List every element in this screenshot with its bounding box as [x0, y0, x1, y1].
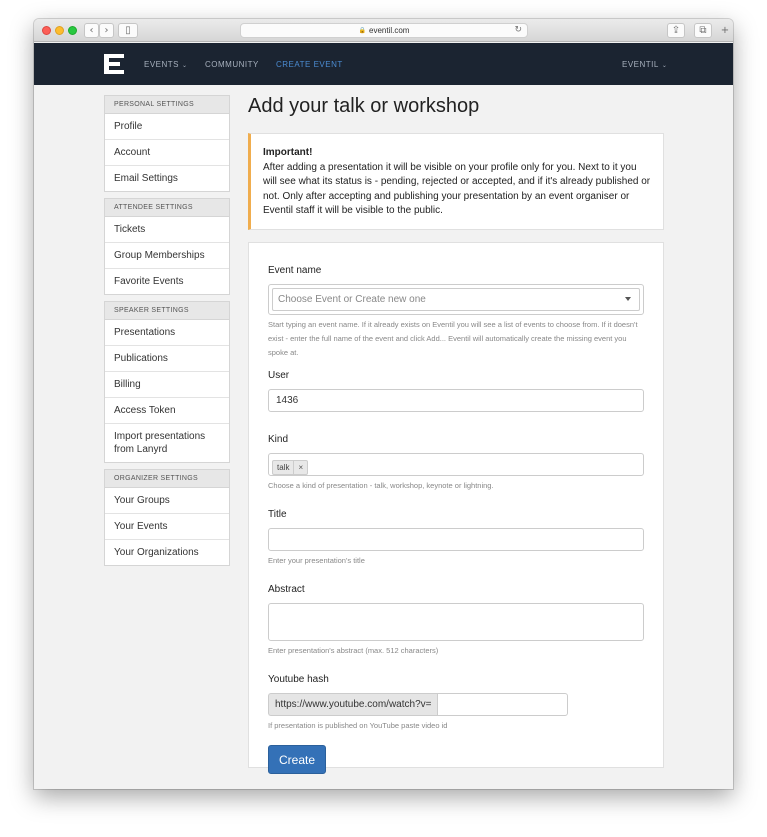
sidebar-group-attendee: ATTENDEE SETTINGS Tickets Group Membersh… [104, 198, 230, 295]
title-help: Enter your presentation's title [268, 555, 365, 565]
chevron-down-icon: ⌄ [182, 63, 188, 69]
sidebar-group-title: SPEAKER SETTINGS [105, 302, 229, 320]
site-navbar: EVENTS ⌄ COMMUNITY CREATE EVENT EVENTIL ⌄ [34, 43, 733, 85]
forward-icon[interactable]: › [99, 23, 114, 38]
sidebar-item-import-lanyrd[interactable]: Import presentations from Lanyrd [105, 423, 229, 462]
sidebar-group-speaker: SPEAKER SETTINGS Presentations Publicati… [104, 301, 230, 463]
title-input[interactable] [268, 527, 644, 551]
browser-window: ‹ › ▯ 🔒 eventil.com ↻ ⇪ ⧉ + EVENTS ⌄ COMM… [34, 19, 733, 789]
eventil-logo-icon[interactable] [104, 54, 124, 74]
youtube-help: If presentation is published on YouTube … [268, 720, 448, 730]
browser-titlebar: ‹ › ▯ 🔒 eventil.com ↻ ⇪ ⧉ + [34, 19, 733, 42]
sidebar-group-title: ORGANIZER SETTINGS [105, 470, 229, 488]
create-button[interactable]: Create [268, 744, 327, 774]
nav-community[interactable]: COMMUNITY [205, 60, 259, 69]
abstract-textarea[interactable] [268, 602, 644, 641]
reload-icon[interactable]: ↻ [514, 25, 522, 35]
sidebar-group-title: ATTENDEE SETTINGS [105, 199, 229, 217]
sidebar-item-your-groups[interactable]: Your Groups [105, 488, 229, 513]
page-content: PERSONAL SETTINGS Profile Account Email … [34, 85, 733, 789]
close-window-button[interactable] [42, 26, 51, 35]
remove-tag-icon[interactable]: × [293, 460, 307, 474]
event-name-select-inner[interactable]: Choose Event or Create new one [272, 287, 640, 311]
nav-events[interactable]: EVENTS ⌄ [144, 60, 188, 69]
event-name-placeholder: Choose Event or Create new one [278, 293, 426, 305]
zoom-window-button[interactable] [68, 26, 77, 35]
sidebar-toggle-icon[interactable]: ▯ [118, 23, 138, 38]
youtube-url-prefix: https://www.youtube.com/watch?v= [268, 692, 438, 716]
new-tab-icon[interactable]: + [718, 23, 732, 38]
sidebar-item-access-token[interactable]: Access Token [105, 397, 229, 423]
sidebar-item-email-settings[interactable]: Email Settings [105, 165, 229, 191]
nav-create-event[interactable]: CREATE EVENT [276, 60, 343, 69]
presentation-form: Event name Choose Event or Create new on… [248, 241, 664, 774]
title-label: Title [268, 508, 287, 520]
sidebar-item-your-events[interactable]: Your Events [105, 513, 229, 539]
sidebar-item-publications[interactable]: Publications [105, 345, 229, 371]
kind-tag-label: talk [277, 462, 290, 472]
kind-label: Kind [268, 433, 289, 445]
address-url: eventil.com [369, 26, 410, 35]
caret-down-icon[interactable] [625, 296, 631, 301]
sidebar-item-favorite-events[interactable]: Favorite Events [105, 268, 229, 294]
abstract-label: Abstract [268, 583, 305, 595]
kind-tag-input[interactable]: talk × [268, 452, 644, 476]
settings-sidebar: PERSONAL SETTINGS Profile Account Email … [104, 95, 230, 572]
youtube-input-group: https://www.youtube.com/watch?v= [268, 692, 568, 716]
abstract-help: Enter presentation's abstract (max. 512 … [268, 645, 439, 655]
main-panel: Add your talk or workshop Important! Aft… [248, 95, 664, 774]
sidebar-group-organizer: ORGANIZER SETTINGS Your Groups Your Even… [104, 469, 230, 566]
alert-body: After adding a presentation it will be v… [263, 161, 651, 217]
youtube-label: Youtube hash [268, 673, 329, 685]
share-icon[interactable]: ⇪ [667, 23, 685, 38]
important-alert: Important! After adding a presentation i… [248, 133, 664, 230]
page-title: Add your talk or workshop [248, 95, 480, 117]
minimize-window-button[interactable] [55, 26, 64, 35]
alert-heading: Important! [263, 147, 313, 158]
sidebar-group-personal: PERSONAL SETTINGS Profile Account Email … [104, 95, 230, 192]
chevron-down-icon: ⌄ [661, 63, 668, 69]
sidebar-group-title: PERSONAL SETTINGS [105, 96, 229, 114]
back-icon[interactable]: ‹ [84, 23, 99, 38]
user-label: User [268, 369, 290, 381]
kind-help: Choose a kind of presentation - talk, wo… [268, 480, 494, 490]
sidebar-item-tickets[interactable]: Tickets [105, 217, 229, 242]
lock-icon: 🔒 [358, 28, 366, 34]
youtube-hash-input[interactable] [437, 692, 568, 716]
sidebar-item-billing[interactable]: Billing [105, 371, 229, 397]
sidebar-item-presentations[interactable]: Presentations [105, 320, 229, 345]
tabs-icon[interactable]: ⧉ [694, 23, 712, 38]
sidebar-item-account[interactable]: Account [105, 139, 229, 165]
user-input[interactable]: 1436 [268, 388, 644, 412]
sidebar-item-profile[interactable]: Profile [105, 114, 229, 139]
address-bar[interactable]: 🔒 eventil.com ↻ [240, 23, 528, 38]
sidebar-item-your-organizations[interactable]: Your Organizations [105, 539, 229, 565]
nav-user-menu[interactable]: EVENTIL ⌄ [622, 60, 667, 69]
event-name-label: Event name [268, 264, 322, 276]
event-name-select[interactable]: Choose Event or Create new one [268, 283, 644, 315]
event-name-help: Start typing an event name. If it alread… [268, 319, 638, 357]
sidebar-item-group-memberships[interactable]: Group Memberships [105, 242, 229, 268]
kind-tag: talk × [272, 459, 309, 475]
